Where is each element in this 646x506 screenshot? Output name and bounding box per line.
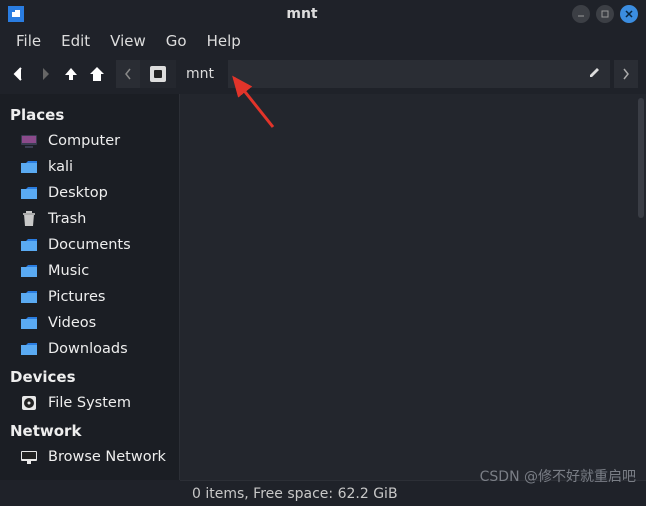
sidebar-item-kali[interactable]: kali <box>0 154 179 180</box>
folder-icon <box>20 314 38 332</box>
breadcrumb-root[interactable] <box>140 60 176 88</box>
sidebar-item-label: Music <box>48 263 89 279</box>
breadcrumb-prev-button[interactable] <box>116 60 140 88</box>
up-button[interactable] <box>60 63 82 85</box>
menubar: File Edit View Go Help <box>0 28 646 54</box>
close-button[interactable] <box>620 5 638 23</box>
sidebar-item-desktop[interactable]: Desktop <box>0 180 179 206</box>
sidebar-item-label: Documents <box>48 237 131 253</box>
home-button[interactable] <box>86 63 108 85</box>
sidebar-item-label: Browse Network <box>48 449 166 465</box>
toolbar: mnt <box>0 54 646 94</box>
sidebar-item-videos[interactable]: Videos <box>0 310 179 336</box>
sidebar-item-music[interactable]: Music <box>0 258 179 284</box>
status-text: 0 items, Free space: 62.2 GiB <box>192 486 398 502</box>
window-title: mnt <box>32 6 572 22</box>
device-icon <box>150 66 166 82</box>
scrollbar[interactable] <box>638 98 644 218</box>
sidebar-item-label: Videos <box>48 315 96 331</box>
folder-icon <box>20 262 38 280</box>
menu-file[interactable]: File <box>8 30 49 52</box>
path-go-button[interactable] <box>614 60 638 88</box>
sidebar-item-label: kali <box>48 159 73 175</box>
sidebar-item-pictures[interactable]: Pictures <box>0 284 179 310</box>
sidebar-item-filesystem[interactable]: File System <box>0 390 179 416</box>
menu-edit[interactable]: Edit <box>53 30 98 52</box>
app-icon <box>8 6 24 22</box>
network-header: Network <box>0 416 179 444</box>
folder-icon <box>20 158 38 176</box>
path-field[interactable] <box>228 60 610 88</box>
sidebar-item-browse-network[interactable]: Browse Network <box>0 444 179 470</box>
edit-path-icon <box>588 65 602 83</box>
window-controls <box>572 5 638 23</box>
sidebar: Places Computer kali Desktop Trash Docum… <box>0 94 180 480</box>
back-button[interactable] <box>8 63 30 85</box>
maximize-button[interactable] <box>596 5 614 23</box>
menu-view[interactable]: View <box>102 30 154 52</box>
sidebar-item-label: Pictures <box>48 289 105 305</box>
devices-header: Devices <box>0 362 179 390</box>
breadcrumb-label: mnt <box>186 66 214 82</box>
sidebar-item-label: File System <box>48 395 131 411</box>
watermark: CSDN @修不好就重启吧 <box>480 466 636 486</box>
sidebar-item-trash[interactable]: Trash <box>0 206 179 232</box>
titlebar: mnt <box>0 0 646 28</box>
menu-help[interactable]: Help <box>199 30 249 52</box>
breadcrumb: mnt <box>116 60 638 88</box>
menu-go[interactable]: Go <box>158 30 195 52</box>
trash-icon <box>20 210 38 228</box>
folder-icon <box>20 236 38 254</box>
minimize-button[interactable] <box>572 5 590 23</box>
folder-icon <box>20 288 38 306</box>
folder-icon <box>20 340 38 358</box>
network-icon <box>20 448 38 466</box>
places-header: Places <box>0 100 179 128</box>
sidebar-item-downloads[interactable]: Downloads <box>0 336 179 362</box>
sidebar-item-documents[interactable]: Documents <box>0 232 179 258</box>
folder-icon <box>20 184 38 202</box>
content-area[interactable] <box>180 94 646 480</box>
sidebar-item-label: Downloads <box>48 341 128 357</box>
sidebar-item-computer[interactable]: Computer <box>0 128 179 154</box>
breadcrumb-current[interactable]: mnt <box>176 60 224 88</box>
sidebar-item-label: Desktop <box>48 185 108 201</box>
sidebar-item-label: Trash <box>48 211 86 227</box>
computer-icon <box>20 132 38 150</box>
disk-icon <box>20 394 38 412</box>
sidebar-item-label: Computer <box>48 133 120 149</box>
forward-button[interactable] <box>34 63 56 85</box>
